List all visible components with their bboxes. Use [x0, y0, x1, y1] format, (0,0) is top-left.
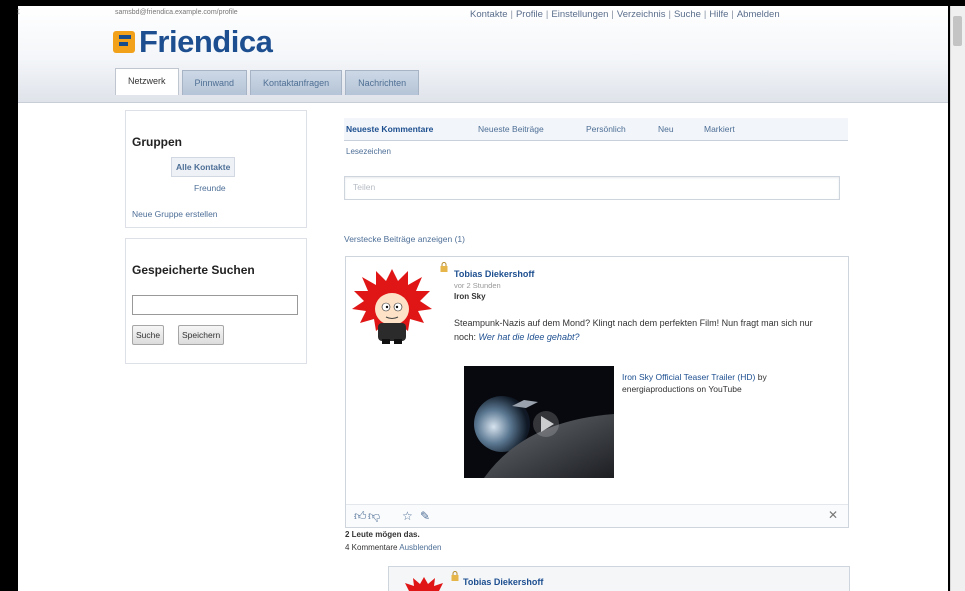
- network-subtabs: Neueste Kommentare Neueste Beiträge Pers…: [344, 118, 848, 141]
- nav-logout-link[interactable]: Abmelden: [737, 9, 780, 20]
- window-corner-icon: ↕: [16, 6, 21, 17]
- post-body-question: Wer hat die Idee gehabt?: [478, 332, 580, 342]
- main-tabs: Netzwerk Pinnwand Kontaktanfragen Nachri…: [115, 68, 422, 95]
- subtab-starred[interactable]: Markiert: [704, 124, 735, 134]
- vertical-scrollbar[interactable]: [950, 6, 965, 591]
- post-title: Iron Sky: [454, 292, 486, 301]
- saved-searches-widget: Gespeicherte Suchen Suche Speichern: [125, 238, 307, 364]
- close-icon[interactable]: ✕: [828, 508, 838, 522]
- thumbs-down-icon[interactable]: 👎︎: [368, 509, 380, 524]
- tab-contact-requests[interactable]: Kontaktanfragen: [250, 70, 343, 95]
- save-search-button[interactable]: Speichern: [178, 325, 225, 345]
- tag-icon[interactable]: ✎: [420, 509, 430, 523]
- friendica-logo-icon: [113, 31, 135, 53]
- bookmarks-link[interactable]: Lesezeichen: [346, 147, 391, 156]
- share-placeholder: Teilen: [353, 182, 376, 192]
- nav-contacts-link[interactable]: Kontakte: [470, 9, 508, 20]
- group-friends-link[interactable]: Freunde: [194, 183, 226, 193]
- comment-item: Tobias Diekershoff: [388, 566, 850, 591]
- subtab-latest-comments[interactable]: Neueste Kommentare: [346, 124, 433, 134]
- saved-search-input[interactable]: [132, 295, 298, 315]
- nav-search-link[interactable]: Suche: [674, 9, 701, 20]
- likes-line: 2 Leute mögen das.: [345, 530, 420, 539]
- tab-wall[interactable]: Pinnwand: [181, 70, 248, 95]
- video-thumbnail[interactable]: [464, 366, 614, 478]
- post-action-bar: 👍︎ 👎︎ ☆ ✎ ✕: [346, 504, 848, 527]
- nav-profiles-link[interactable]: Profile: [516, 9, 543, 20]
- post-date: vor 2 Stunden: [454, 281, 501, 290]
- groups-widget: Gruppen Alle Kontakte Freunde Neue Grupp…: [125, 110, 307, 228]
- scrollbar-thumb[interactable]: [953, 16, 962, 46]
- video-title-link[interactable]: Iron Sky Official Teaser Trailer (HD): [622, 372, 755, 382]
- tab-network[interactable]: Netzwerk: [115, 68, 179, 95]
- nav-help-link[interactable]: Hilfe: [709, 9, 728, 20]
- comment-author-link[interactable]: Tobias Diekershoff: [463, 577, 543, 587]
- new-group-link[interactable]: Neue Gruppe erstellen: [132, 209, 218, 219]
- comment-author-avatar[interactable]: [401, 575, 447, 591]
- post-author-link[interactable]: Tobias Diekershoff: [454, 269, 534, 279]
- comments-count: 4 Kommentare: [345, 543, 398, 552]
- top-navigation: Kontakte | Profile | Einstellungen | Verzeichn…: [470, 9, 780, 20]
- saved-searches-title: Gespeicherte Suchen: [132, 263, 255, 277]
- lock-icon: [451, 571, 459, 581]
- browser-page: samsbd@friendica.example.com/profile Fri…: [18, 6, 948, 591]
- user-nick: samsbd@friendica.example.com/profile: [115, 9, 238, 16]
- video-description: Iron Sky Official Teaser Trailer (HD) by…: [622, 371, 832, 395]
- post-item: Tobias Diekershoff vor 2 Stunden Iron Sk…: [345, 256, 849, 528]
- all-contacts-link[interactable]: Alle Kontakte: [171, 157, 236, 177]
- tab-messages[interactable]: Nachrichten: [345, 70, 420, 95]
- search-button[interactable]: Suche: [132, 325, 165, 345]
- post-body: Steampunk-Nazis auf dem Mond? Klingt nac…: [454, 316, 820, 344]
- hidden-items-link[interactable]: Verstecke Beiträge anzeigen (1): [344, 234, 465, 244]
- header-bar: samsbd@friendica.example.com/profile Fri…: [18, 6, 948, 103]
- nav-settings-link[interactable]: Einstellungen: [551, 9, 608, 20]
- author-avatar[interactable]: [352, 267, 432, 345]
- groups-title: Gruppen: [132, 135, 182, 149]
- nav-directory-link[interactable]: Verzeichnis: [617, 9, 666, 20]
- comments-line: 4 Kommentare Ausblenden: [345, 543, 442, 552]
- subtab-personal[interactable]: Persönlich: [586, 124, 626, 134]
- share-input[interactable]: Teilen: [344, 176, 840, 200]
- logo-text: Friendica: [139, 24, 273, 59]
- subtab-latest-posts[interactable]: Neueste Beiträge: [478, 124, 544, 134]
- lock-icon: [440, 262, 448, 272]
- thumbs-up-icon[interactable]: 👍︎: [354, 509, 367, 524]
- hide-comments-link[interactable]: Ausblenden: [399, 543, 441, 552]
- star-icon[interactable]: ☆: [402, 509, 413, 523]
- friendica-logo[interactable]: Friendica: [113, 24, 273, 60]
- subtab-new[interactable]: Neu: [658, 124, 674, 134]
